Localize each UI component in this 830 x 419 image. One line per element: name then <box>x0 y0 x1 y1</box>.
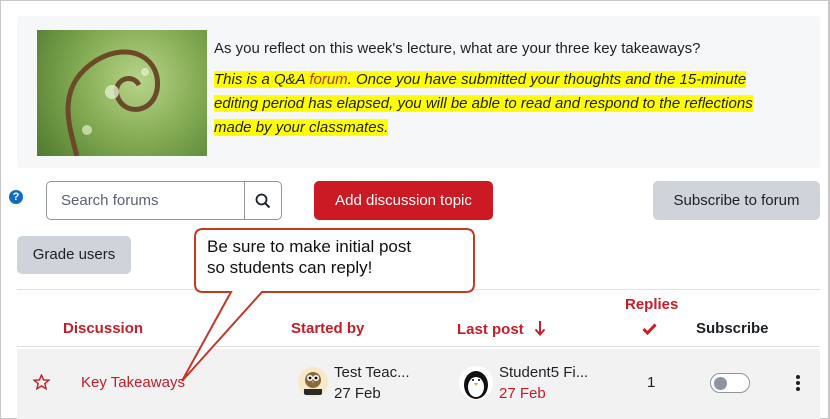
kebab-menu-icon[interactable] <box>796 375 800 391</box>
star-outline-icon[interactable] <box>33 374 50 390</box>
discussion-title-link[interactable]: Key Takeaways <box>81 374 185 391</box>
intro-question: As you reflect on this week's lecture, w… <box>214 40 701 57</box>
avatar[interactable] <box>298 367 328 397</box>
add-discussion-topic-button[interactable]: Add discussion topic <box>314 181 493 220</box>
started-by-date: 27 Feb <box>334 385 381 402</box>
toggle-knob <box>714 377 727 390</box>
started-by-name[interactable]: Test Teac... <box>334 364 410 381</box>
search-button[interactable] <box>244 182 281 219</box>
last-post-label: Last post <box>457 321 524 338</box>
forum-link[interactable]: forum <box>309 71 347 88</box>
column-header-subscribe: Subscribe <box>696 320 769 337</box>
sort-down-arrow-icon <box>534 321 546 336</box>
column-header-replies[interactable]: Replies <box>625 296 678 313</box>
check-icon <box>642 323 657 335</box>
intro-note-before: This is a Q&A <box>214 71 310 88</box>
column-header-discussion[interactable]: Discussion <box>63 320 143 337</box>
grade-users-button[interactable]: Grade users <box>17 236 131 274</box>
avatar[interactable] <box>459 366 493 400</box>
column-header-last-post[interactable]: Last post <box>457 320 546 338</box>
last-post-date-link[interactable]: 27 Feb <box>499 385 546 402</box>
search-box <box>46 181 282 220</box>
subscribe-to-forum-button[interactable]: Subscribe to forum <box>653 181 820 220</box>
help-icon[interactable]: ? <box>9 190 23 204</box>
replies-count[interactable]: 1 <box>647 374 655 391</box>
callout-text: Be sure to make initial post so students… <box>207 236 467 278</box>
column-header-started-by[interactable]: Started by <box>291 320 364 337</box>
search-input[interactable] <box>47 182 245 219</box>
forum-intro: As you reflect on this week's lecture, w… <box>17 16 820 168</box>
callout-line-2: so students can reply! <box>207 258 373 277</box>
last-post-name[interactable]: Student5 Fi... <box>499 364 588 381</box>
callout-line-1: Be sure to make initial post <box>207 237 412 256</box>
intro-image <box>37 30 207 156</box>
subscribe-toggle[interactable] <box>710 373 750 393</box>
search-icon <box>255 193 271 208</box>
table-header-divider <box>17 346 820 347</box>
table-top-divider <box>17 289 820 290</box>
intro-note: This is a Q&A forum. Once you have submi… <box>214 68 794 140</box>
